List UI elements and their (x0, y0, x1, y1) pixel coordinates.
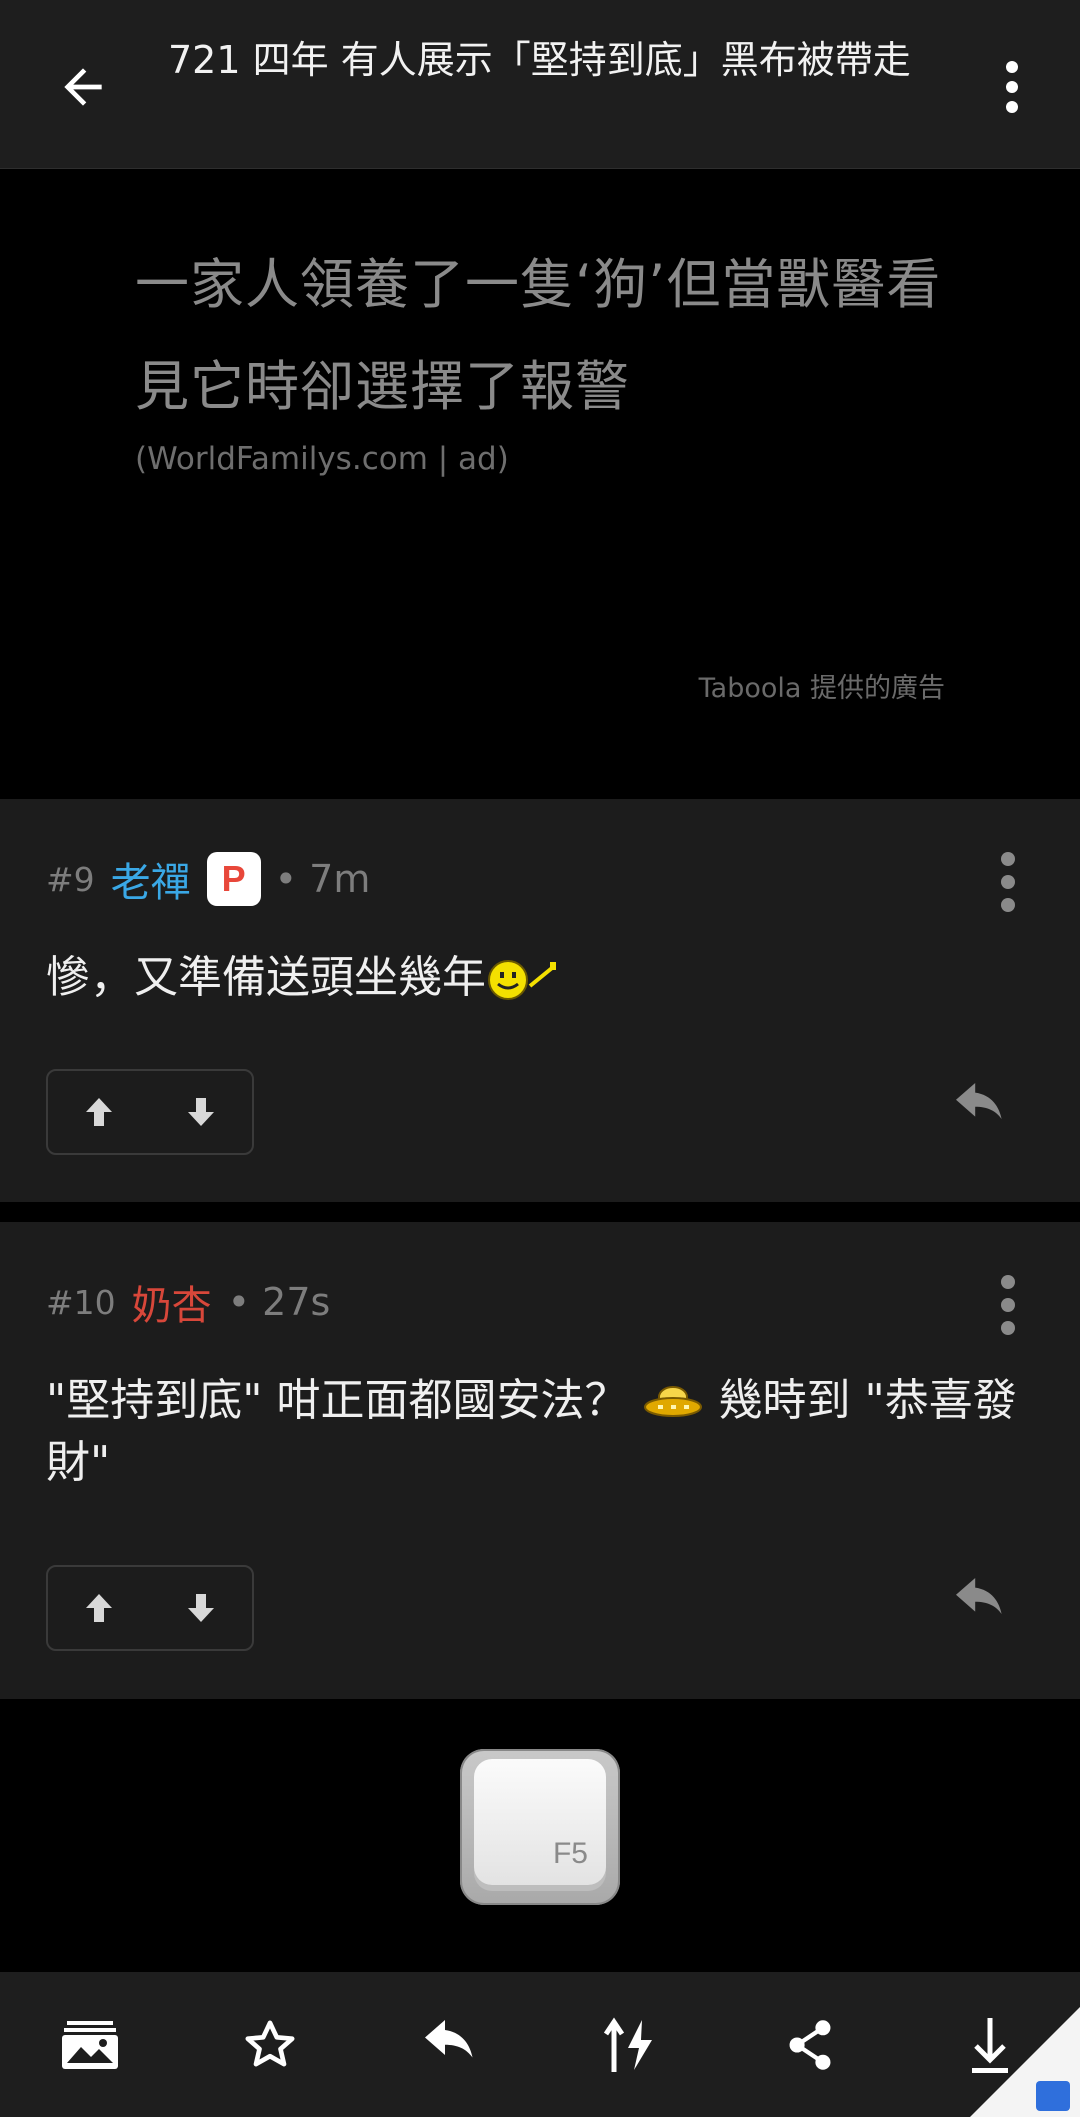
upvote-button[interactable] (64, 1573, 134, 1643)
f5-keycap: F5 (474, 1759, 606, 1885)
arrow-up-icon (86, 1098, 112, 1126)
more-options-button[interactable] (982, 42, 1042, 132)
page-title: 721 四年 有人展示「堅持到底」黑布被帶走 (168, 38, 911, 82)
comment-more-button[interactable] (978, 1260, 1038, 1350)
reply-button[interactable] (940, 1562, 1020, 1642)
author-name[interactable]: 奶杏 (132, 1273, 212, 1331)
reply-icon (425, 2019, 473, 2057)
comment-text-part1: "堅持到底" 咁正面都國安法？ (46, 1375, 629, 1426)
upvote-button[interactable] (64, 1077, 134, 1147)
smiley-emoji-icon (488, 960, 556, 1000)
more-vertical-icon (1001, 1275, 1015, 1335)
share-icon (789, 2019, 831, 2070)
share-button[interactable] (765, 2000, 855, 2090)
arrow-down-icon (188, 1098, 214, 1126)
arrow-left-icon (64, 68, 102, 106)
f5-key-label: F5 (552, 1837, 588, 1870)
reply-button[interactable] (940, 1067, 1020, 1147)
downvote-button[interactable] (166, 1077, 236, 1147)
ad-source: (WorldFamilys.com | ad) (135, 441, 509, 477)
comment-header: #10 奶杏 • 27s (46, 1272, 330, 1332)
comment-time: • 27s (227, 1280, 331, 1324)
top-app-bar: 721 四年 有人展示「堅持到底」黑布被帶走 (0, 0, 1080, 169)
refresh-f5-button[interactable]: F5 (460, 1749, 620, 1905)
more-vertical-icon (1001, 852, 1015, 912)
floor-number: #9 (46, 859, 95, 899)
poster-badge-label: P (221, 858, 246, 899)
sort-button[interactable] (585, 2000, 675, 2090)
comment-more-button[interactable] (978, 837, 1038, 927)
arrow-up-icon (86, 1594, 112, 1622)
back-button[interactable] (38, 42, 128, 132)
ad-provider[interactable]: Taboola 提供的廣告 (699, 666, 945, 705)
downvote-button[interactable] (166, 1573, 236, 1643)
star-icon (245, 2020, 295, 2066)
ad-headline[interactable]: 一家人領養了一隻‘狗’但當獸醫看見它時卻選擇了報警 (135, 234, 955, 438)
reply-icon (956, 1083, 1002, 1119)
floor-number: #10 (46, 1282, 116, 1322)
favorite-button[interactable] (225, 2000, 315, 2090)
gallery-button[interactable] (45, 2000, 135, 2090)
vote-controls (46, 1565, 254, 1651)
comment-body: 慘，又準備送頭坐幾年 (46, 947, 1036, 1009)
comment-text: 慘，又準備送頭坐幾年 (46, 952, 486, 1003)
author-name[interactable]: 老禪 (111, 850, 191, 908)
gallery-icon (62, 2020, 118, 2069)
comment-header: #9 老禪 P • 7m (46, 849, 370, 909)
reply-thread-button[interactable] (405, 2000, 495, 2090)
sort-flash-icon (603, 2016, 652, 2072)
comment-card: #10 奶杏 • 27s "堅持到底" 咁正面都國安法？ 幾時到 "恭喜發財" (0, 1222, 1080, 1699)
comment-body: "堅持到底" 咁正面都國安法？ 幾時到 "恭喜發財" (46, 1370, 1036, 1494)
lock-badge-icon (1036, 2081, 1070, 2111)
sponsored-ad[interactable]: 一家人領養了一隻‘狗’但當獸醫看見它時卻選擇了報警 (WorldFamilys.… (0, 169, 1080, 799)
comment-time: • 7m (274, 857, 371, 901)
comment-card: #9 老禪 P • 7m 慘，又準備送頭坐幾年 (0, 799, 1080, 1202)
poster-badge: P (206, 852, 261, 906)
ufo-emoji-icon (644, 1386, 703, 1417)
vote-controls (46, 1069, 254, 1155)
reply-icon (956, 1578, 1002, 1614)
arrow-down-icon (188, 1594, 214, 1622)
bottom-toolbar (0, 1972, 1080, 2117)
more-vertical-icon (1006, 61, 1018, 113)
